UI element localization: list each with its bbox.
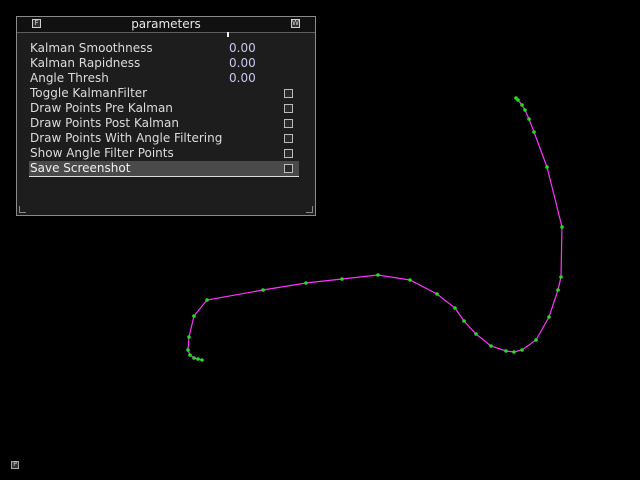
trajectory-point bbox=[376, 273, 380, 277]
trajectory-point bbox=[462, 319, 466, 323]
panel-toggle-icon[interactable]: P bbox=[11, 461, 19, 469]
angle-thresh-label: Angle Thresh bbox=[30, 71, 109, 85]
angle-thresh-value: 0.00 bbox=[229, 71, 256, 85]
kalman-smoothness-label: Kalman Smoothness bbox=[30, 41, 153, 55]
toggle-kalman-filter-checkbox[interactable] bbox=[284, 89, 293, 98]
trajectory-point bbox=[261, 288, 265, 292]
show-angle-filter-points-label: Show Angle Filter Points bbox=[30, 146, 174, 160]
save-screenshot-checkbox[interactable] bbox=[284, 164, 293, 173]
trajectory-point bbox=[489, 344, 493, 348]
show-angle-filter-points-toggle[interactable]: Show Angle Filter Points bbox=[29, 146, 299, 161]
trajectory-point bbox=[520, 348, 524, 352]
resize-corner-right[interactable] bbox=[306, 206, 313, 213]
trajectory-point bbox=[435, 292, 439, 296]
trajectory-point bbox=[474, 332, 478, 336]
kalman-rapidness-slider[interactable]: Kalman Rapidness 0.00 bbox=[29, 56, 299, 71]
trajectory-point bbox=[408, 278, 412, 282]
trajectory-point bbox=[560, 225, 564, 229]
save-screenshot-label: Save Screenshot bbox=[30, 161, 131, 175]
trajectory-point bbox=[534, 338, 538, 342]
trajectory-point bbox=[527, 117, 531, 121]
trajectory-point bbox=[453, 306, 457, 310]
trajectory-point bbox=[192, 356, 196, 360]
panel-titlebar[interactable]: F parameters W bbox=[17, 17, 315, 33]
kalman-smoothness-slider[interactable]: Kalman Smoothness 0.00 bbox=[29, 41, 299, 56]
trajectory-point bbox=[200, 358, 204, 362]
save-screenshot-button[interactable]: Save Screenshot bbox=[29, 161, 299, 177]
trajectory-point bbox=[340, 277, 344, 281]
toggle-kalman-filter-label: Toggle KalmanFilter bbox=[30, 86, 148, 100]
trajectory-point bbox=[196, 357, 200, 361]
kalman-smoothness-value: 0.00 bbox=[229, 41, 256, 55]
draw-points-angle-filtering-checkbox[interactable] bbox=[284, 134, 293, 143]
resize-corner-left[interactable] bbox=[19, 206, 26, 213]
panel-resize-marker bbox=[227, 32, 229, 37]
draw-points-angle-filtering-toggle[interactable]: Draw Points With Angle Filtering bbox=[29, 131, 299, 146]
parameters-panel[interactable]: F parameters W Kalman Smoothness 0.00 Ka… bbox=[16, 16, 316, 216]
draw-points-angle-filtering-label: Draw Points With Angle Filtering bbox=[30, 131, 223, 145]
trajectory-point bbox=[545, 165, 549, 169]
minimize-icon[interactable]: W bbox=[291, 19, 300, 28]
trajectory-point bbox=[187, 335, 191, 339]
draw-points-post-kalman-label: Draw Points Post Kalman bbox=[30, 116, 179, 130]
draw-points-post-kalman-checkbox[interactable] bbox=[284, 119, 293, 128]
kalman-rapidness-label: Kalman Rapidness bbox=[30, 56, 141, 70]
trajectory-point bbox=[512, 350, 516, 354]
trajectory-point bbox=[520, 103, 524, 107]
draw-points-pre-kalman-toggle[interactable]: Draw Points Pre Kalman bbox=[29, 101, 299, 116]
kalman-rapidness-value: 0.00 bbox=[229, 56, 256, 70]
trajectory-point bbox=[304, 281, 308, 285]
draw-points-pre-kalman-checkbox[interactable] bbox=[284, 104, 293, 113]
trajectory-point bbox=[186, 348, 190, 352]
trajectory-point bbox=[516, 98, 520, 102]
draw-points-pre-kalman-label: Draw Points Pre Kalman bbox=[30, 101, 173, 115]
trajectory-point bbox=[559, 275, 563, 279]
trajectory-point bbox=[188, 353, 192, 357]
trajectory-point bbox=[556, 288, 560, 292]
trajectory-point bbox=[523, 108, 527, 112]
panel-title: parameters bbox=[131, 17, 201, 31]
angle-thresh-slider[interactable]: Angle Thresh 0.00 bbox=[29, 71, 299, 86]
show-angle-filter-points-checkbox[interactable] bbox=[284, 149, 293, 158]
trajectory-point bbox=[504, 349, 508, 353]
draw-points-post-kalman-toggle[interactable]: Draw Points Post Kalman bbox=[29, 116, 299, 131]
trajectory-point bbox=[547, 315, 551, 319]
trajectory-point bbox=[532, 130, 536, 134]
trajectory-point bbox=[192, 314, 196, 318]
toggle-kalman-filter-toggle[interactable]: Toggle KalmanFilter bbox=[29, 86, 299, 101]
trajectory-point bbox=[205, 298, 209, 302]
